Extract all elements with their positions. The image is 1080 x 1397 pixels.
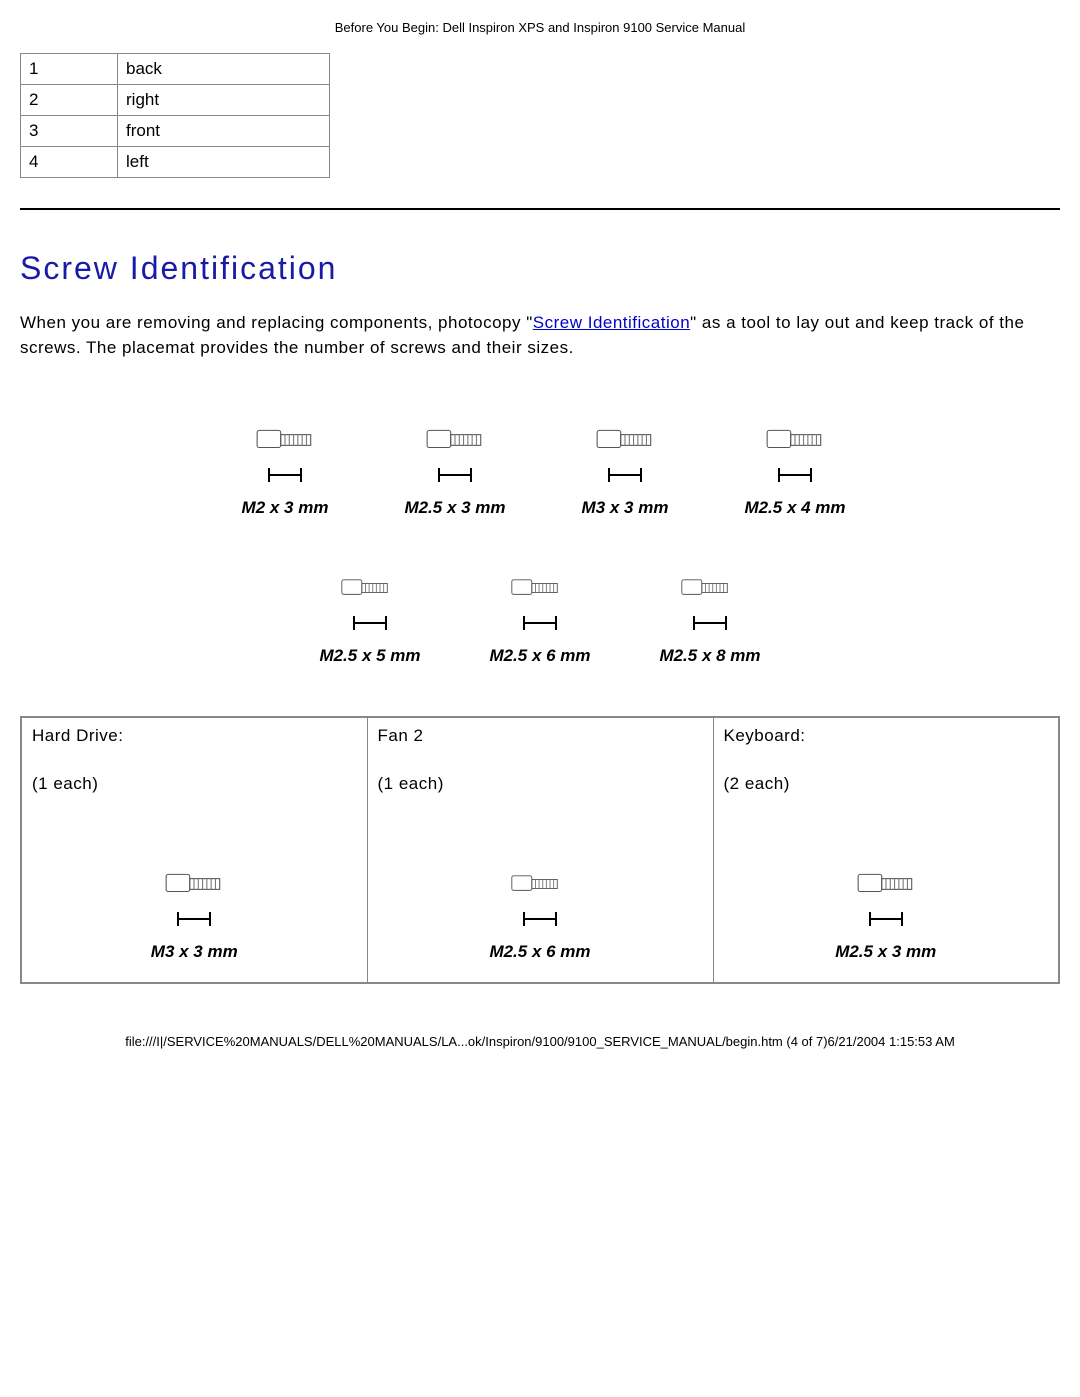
screw-icon: [510, 568, 570, 608]
body-text-pre: When you are removing and replacing comp…: [20, 313, 533, 332]
cell-label: right: [118, 85, 330, 116]
direction-table: 1 back 2 right 3 front 4 left: [20, 53, 330, 178]
section-title: Screw Identification: [20, 250, 1060, 287]
screw-icon: [680, 568, 740, 608]
table-row: 4 left: [21, 147, 330, 178]
component-cell: Hard Drive: (1 each) M3 x 3 mm: [21, 717, 367, 983]
screw-label: M2.5 x 3 mm: [404, 498, 505, 518]
component-title: Keyboard:: [724, 726, 1049, 746]
cell-label: front: [118, 116, 330, 147]
page-footer: file:///I|/SERVICE%20MANUALS/DELL%20MANU…: [20, 1034, 1060, 1049]
table-row: 1 back: [21, 54, 330, 85]
bracket-icon: [868, 910, 904, 928]
table-row: 2 right: [21, 85, 330, 116]
table-row: 3 front: [21, 116, 330, 147]
screw-label: M2.5 x 6 mm: [489, 942, 590, 962]
cell-num: 2: [21, 85, 118, 116]
table-row: Hard Drive: (1 each) M3 x 3 mm Fan 2 (1 …: [21, 717, 1059, 983]
bracket-icon: [176, 910, 212, 928]
screw-label: M3 x 3 mm: [151, 942, 238, 962]
cell-label: left: [118, 147, 330, 178]
screw-label: M2 x 3 mm: [242, 498, 329, 518]
screw-item: M2.5 x 3 mm: [390, 420, 520, 518]
bracket-icon: [777, 466, 813, 484]
component-qty: (1 each): [378, 774, 703, 794]
cell-num: 1: [21, 54, 118, 85]
bracket-icon: [348, 614, 392, 632]
screw-label: M2.5 x 6 mm: [489, 646, 590, 666]
screw-icon: [510, 864, 570, 904]
component-screw: M3 x 3 mm: [32, 864, 357, 962]
screw-icon: [425, 420, 485, 460]
doc-header: Before You Begin: Dell Inspiron XPS and …: [20, 20, 1060, 35]
screw-item: M2.5 x 4 mm: [730, 420, 860, 518]
screw-item: M2.5 x 6 mm: [475, 568, 605, 666]
bracket-icon: [607, 466, 643, 484]
bracket-icon: [267, 466, 303, 484]
bracket-icon: [516, 910, 564, 928]
body-paragraph: When you are removing and replacing comp…: [20, 311, 1060, 360]
screw-icon: [255, 420, 315, 460]
bracket-icon: [437, 466, 473, 484]
component-cell: Keyboard: (2 each) M2.5 x 3 mm: [713, 717, 1059, 983]
screw-row-1: M2 x 3 mm M2.5 x 3 mm M3 x 3 mm M2.5 x 4…: [20, 420, 1060, 518]
component-qty: (1 each): [32, 774, 357, 794]
component-screw: M2.5 x 6 mm: [378, 864, 703, 962]
screw-item: M2 x 3 mm: [220, 420, 350, 518]
screw-item: M2.5 x 5 mm: [305, 568, 435, 666]
screw-label: M2.5 x 8 mm: [659, 646, 760, 666]
screw-icon: [164, 864, 224, 904]
cell-label: back: [118, 54, 330, 85]
screw-label: M3 x 3 mm: [582, 498, 669, 518]
bracket-icon: [516, 614, 564, 632]
screw-label: M2.5 x 3 mm: [835, 942, 936, 962]
component-cell: Fan 2 (1 each) M2.5 x 6 mm: [367, 717, 713, 983]
component-screw: M2.5 x 3 mm: [724, 864, 1049, 962]
screw-item: M3 x 3 mm: [560, 420, 690, 518]
component-title: Hard Drive:: [32, 726, 357, 746]
screw-item: M2.5 x 8 mm: [645, 568, 775, 666]
cell-num: 4: [21, 147, 118, 178]
screw-row-2: M2.5 x 5 mm M2.5 x 6 mm M2.5 x 8 mm: [20, 568, 1060, 666]
screw-label: M2.5 x 4 mm: [744, 498, 845, 518]
screw-icon: [765, 420, 825, 460]
screw-label: M2.5 x 5 mm: [319, 646, 420, 666]
component-qty: (2 each): [724, 774, 1049, 794]
cell-num: 3: [21, 116, 118, 147]
screw-identification-link[interactable]: Screw Identification: [533, 313, 690, 332]
component-title: Fan 2: [378, 726, 703, 746]
screw-icon: [856, 864, 916, 904]
screw-icon: [340, 568, 400, 608]
screw-chart: M2 x 3 mm M2.5 x 3 mm M3 x 3 mm M2.5 x 4…: [20, 420, 1060, 666]
screw-icon: [595, 420, 655, 460]
bracket-icon: [683, 614, 737, 632]
component-table: Hard Drive: (1 each) M3 x 3 mm Fan 2 (1 …: [20, 716, 1060, 984]
divider: [20, 208, 1060, 210]
